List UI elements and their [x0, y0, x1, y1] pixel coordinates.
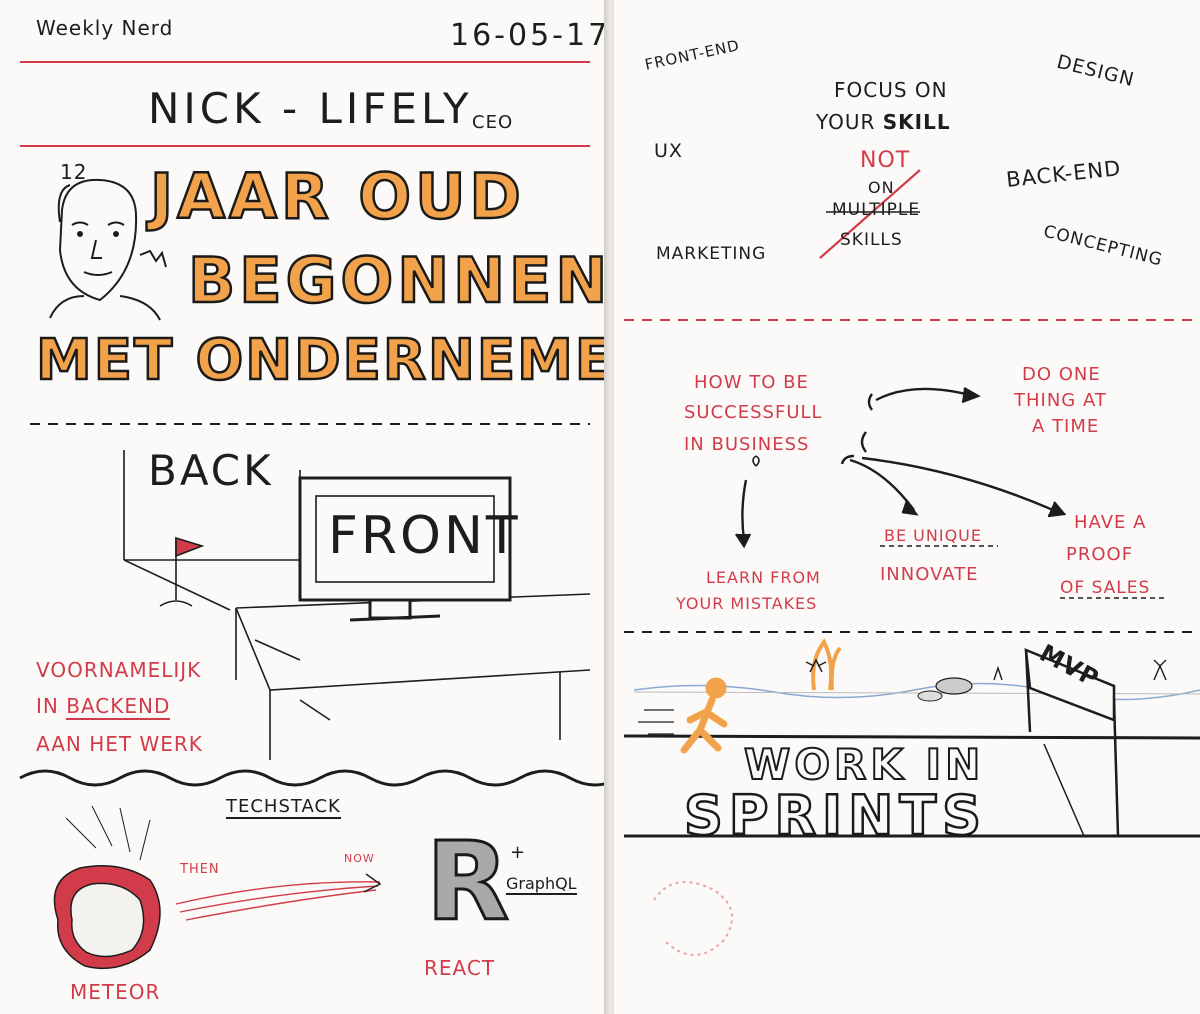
success-line-1: HOW TO BE: [694, 372, 809, 393]
react-logo-letter: R: [424, 819, 511, 947]
proof-line-2: PROOF: [1066, 544, 1134, 565]
marketing-label: MARKETING: [656, 244, 767, 264]
wavy-divider: [19, 769, 608, 787]
learn-line-2: YOUR MISTAKES: [676, 594, 818, 613]
note-line-2-prefix: IN: [36, 694, 67, 718]
note-line-2-emphasis: BACKEND: [66, 694, 171, 720]
headline-line-2: BEGONNEN: [187, 243, 612, 319]
speaker-role: CEO: [472, 112, 514, 133]
front-label: FRONT: [328, 506, 521, 566]
graphql-label: GraphQL: [506, 874, 577, 895]
header-title: Weekly Nerd: [36, 16, 174, 40]
desk-sketch: [235, 593, 591, 760]
headline-line-1: JAAR OUD: [149, 159, 525, 235]
header-date: 16-05-17: [450, 18, 611, 53]
focus-line-1: FOCUS ON: [834, 78, 948, 102]
learn-line-1: LEARN FROM: [706, 568, 821, 587]
right-notebook-page: FRONT-END FOCUS ON YOUR SKILL DESIGN UX …: [614, 0, 1200, 1014]
left-notebook-page: Weekly Nerd 16-05-17 NICK - LIFELY CEO 1…: [0, 0, 663, 1014]
on-label: ON: [868, 178, 895, 197]
note-line-2: IN BACKEND: [36, 694, 171, 720]
face-doodle-icon: [49, 178, 167, 321]
not-label: NOT: [860, 148, 911, 173]
meteor-label: METEOR: [70, 980, 161, 1004]
focus-line-2: YOUR SKILL: [816, 110, 951, 134]
focus-line-2-prefix: YOUR: [816, 110, 883, 134]
note-line-3: AAN HET WERK: [36, 732, 203, 756]
speaker-name: NICK - LIFELY: [148, 84, 473, 133]
now-label: NOW: [344, 852, 375, 865]
react-label: REACT: [424, 956, 496, 980]
back-label: BACK: [148, 446, 274, 495]
then-now-arrow: [175, 873, 382, 921]
then-label: THEN: [180, 862, 220, 877]
success-line-2: SUCCESSFULL: [684, 402, 823, 423]
doone-line-3: A TIME: [1032, 416, 1100, 437]
proof-line-1: HAVE A: [1074, 512, 1147, 533]
plus-sign: +: [510, 842, 527, 863]
multiple-label: MULTIPLE: [832, 200, 921, 220]
focus-line-2-emphasis: SKILL: [882, 110, 951, 134]
age-number: 12: [60, 160, 88, 184]
doone-line-1: DO ONE: [1022, 364, 1101, 385]
success-line-3: IN BUSINESS: [684, 434, 810, 455]
work-line-1: WORK IN: [743, 739, 985, 790]
work-line-2: SPRINTS: [683, 783, 988, 849]
doone-line-2: THING AT: [1014, 390, 1107, 411]
unique-line-1: BE UNIQUE: [884, 526, 982, 545]
headline-line-3: MET ONDERNEMEN: [35, 327, 664, 395]
ux-label: UX: [654, 140, 683, 162]
unique-line-2: INNOVATE: [880, 564, 979, 585]
proof-line-3: OF SALES: [1060, 578, 1151, 598]
meteor-icon: [53, 805, 161, 970]
techstack-label: TECHSTACK: [226, 796, 341, 819]
note-line-1: VOORNAMELIJK: [36, 658, 202, 682]
skills-label: SKILLS: [840, 230, 903, 250]
